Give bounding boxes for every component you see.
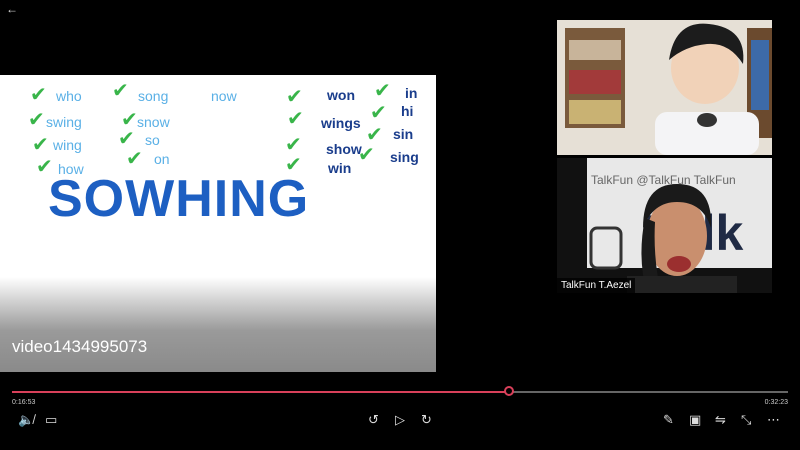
svg-text:TalkFun @TalkFun TalkFun: TalkFun @TalkFun TalkFun (591, 173, 736, 187)
word: song (138, 88, 169, 104)
word: sin (393, 126, 414, 142)
pencil-icon[interactable]: ✎ (663, 412, 674, 428)
seek-bar-fill (12, 391, 509, 393)
word: who (56, 88, 82, 104)
check-icon: ✔ (126, 148, 143, 170)
play-icon[interactable]: ▷ (395, 412, 405, 428)
more-icon[interactable]: ⋯ (767, 412, 780, 428)
slide-video: ✔ ✔ ✔ ✔ ✔ ✔ ✔ ✔ ✔ ✔ ✔ ✔ ✔ ✔ ✔ ✔ who song… (0, 75, 436, 372)
check-icon: ✔ (370, 102, 387, 124)
check-icon: ✔ (374, 80, 391, 102)
student-video-icon (557, 20, 772, 155)
word: in (405, 85, 418, 101)
check-icon: ✔ (285, 134, 302, 156)
teacher-camera: TalkFun @TalkFun TalkFun Talk TalkFun T.… (557, 158, 772, 293)
student-camera (557, 20, 772, 155)
word: sing (390, 149, 419, 165)
check-icon: ✔ (286, 86, 303, 108)
word: wing (53, 137, 82, 153)
back-arrow-icon[interactable]: ← (6, 2, 18, 16)
rewind-10-icon[interactable]: ↺ (368, 412, 379, 428)
seek-bar[interactable] (12, 391, 788, 393)
exit-fullscreen-icon[interactable]: ⤡ (741, 412, 751, 428)
check-icon: ✔ (28, 109, 45, 131)
check-icon: ✔ (32, 134, 49, 156)
seek-thumb[interactable] (503, 386, 514, 396)
total-time: 0:32:23 (764, 399, 788, 406)
cast-icon[interactable]: ⇋ (715, 412, 726, 428)
check-icon: ✔ (121, 109, 138, 131)
check-icon: ✔ (366, 124, 383, 146)
check-icon: ✔ (112, 80, 129, 102)
word: snow (137, 114, 170, 130)
word: show (326, 141, 362, 157)
word: win (328, 160, 352, 176)
mute-icon[interactable]: 🔈̸ (18, 412, 34, 428)
word: now (211, 88, 237, 104)
word: wings (321, 115, 361, 131)
word: on (154, 151, 170, 167)
word: swing (46, 114, 82, 130)
big-word: SOWHING (48, 170, 310, 228)
video-name: video1434995073 (12, 337, 148, 356)
word: so (145, 132, 160, 148)
participant-label: TalkFun T.Aezel (557, 278, 636, 293)
check-icon: ✔ (287, 108, 304, 130)
forward-30-icon[interactable]: ↻ (421, 412, 432, 428)
teacher-video-icon: TalkFun @TalkFun TalkFun Talk (557, 158, 772, 293)
word: hi (401, 103, 414, 119)
check-icon: ✔ (30, 84, 47, 106)
word: won (327, 87, 355, 103)
captions-icon[interactable]: ▭ (45, 412, 57, 428)
check-icon: ✔ (118, 128, 135, 150)
mini-view-icon[interactable]: ▣ (689, 412, 701, 428)
current-time: 0:16:53 (12, 399, 36, 406)
